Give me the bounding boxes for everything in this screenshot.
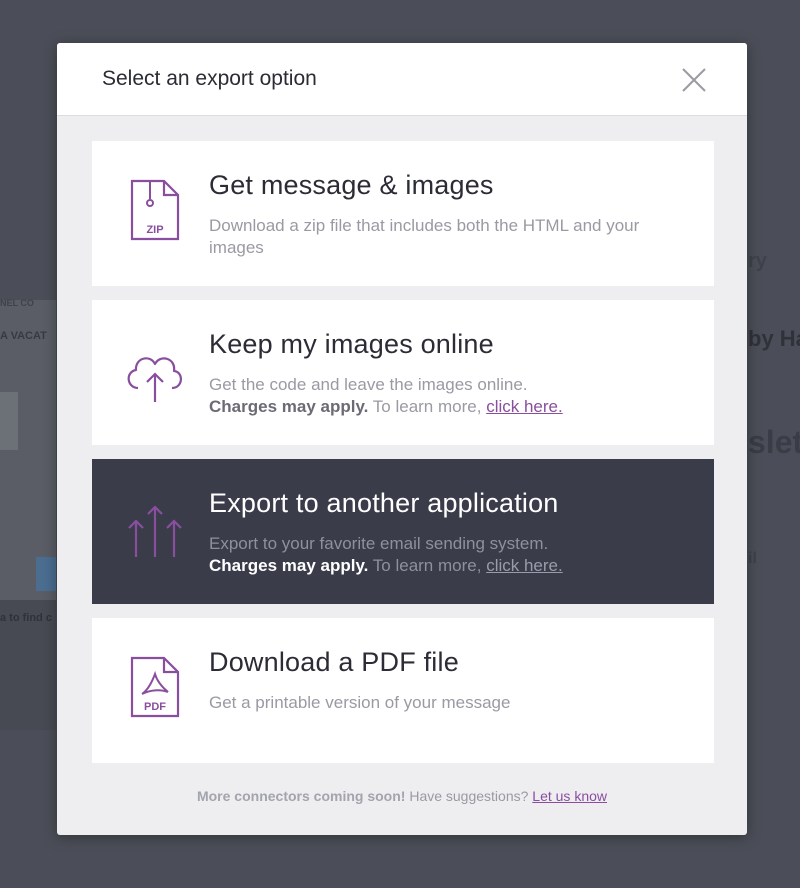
option-description-text: Export to your favorite email sending sy… (209, 534, 549, 553)
option-title: Download a PDF file (209, 647, 459, 677)
option-download-pdf[interactable]: PDF Download a PDF file Get a printable … (92, 618, 714, 763)
background-text: il (748, 550, 757, 567)
background-text: slet (748, 424, 800, 460)
option-keep-images-online[interactable]: Keep my images online Get the code and l… (92, 300, 714, 445)
option-title: Get message & images (209, 170, 494, 200)
click-here-link[interactable]: click here. (486, 397, 563, 416)
let-us-know-link[interactable]: Let us know (532, 788, 607, 804)
option-description: Get the code and leave the images online… (209, 374, 689, 418)
background-text: A VACAT (0, 330, 47, 342)
modal-title: Select an export option (102, 67, 317, 90)
background-text: ry (748, 250, 767, 272)
option-get-message-images[interactable]: ZIP Get message & images Download a zip … (92, 141, 714, 286)
click-here-link[interactable]: click here. (486, 556, 563, 575)
learn-more-text: To learn more, (372, 556, 482, 575)
charges-note: Charges may apply. (209, 556, 369, 575)
option-description-text: Get a printable version of your message (209, 693, 511, 712)
option-description-text: Download a zip file that includes both t… (209, 216, 640, 257)
option-description: Download a zip file that includes both t… (209, 215, 689, 259)
background-button (36, 557, 56, 591)
export-modal: Select an export option ZIP Get message … (57, 43, 747, 835)
close-icon (682, 68, 706, 92)
close-button[interactable] (679, 65, 709, 95)
background-text: NEL CO (0, 298, 34, 308)
modal-footer: More connectors coming soon! Have sugges… (57, 788, 747, 804)
charges-note: Charges may apply. (209, 397, 369, 416)
option-title: Export to another application (209, 488, 559, 518)
modal-header: Select an export option (57, 43, 747, 116)
pdf-file-icon: PDF (130, 656, 180, 718)
export-arrows-icon (128, 505, 182, 557)
option-description-text: Get the code and leave the images online… (209, 375, 528, 394)
option-description: Export to your favorite email sending sy… (209, 533, 689, 577)
learn-more-text: To learn more, (372, 397, 482, 416)
background-image (0, 392, 18, 450)
footer-announcement: More connectors coming soon! (196, 788, 406, 804)
zip-file-icon: ZIP (130, 179, 180, 241)
footer-text: Have suggestions? (409, 788, 529, 804)
pdf-label: PDF (144, 701, 166, 713)
export-options: ZIP Get message & images Download a zip … (92, 141, 714, 777)
option-export-application[interactable]: Export to another application Export to … (92, 459, 714, 604)
background-text: by Ha (748, 326, 800, 351)
cloud-upload-icon (127, 357, 182, 402)
option-title: Keep my images online (209, 329, 494, 359)
zip-label: ZIP (146, 224, 163, 236)
option-description: Get a printable version of your message (209, 692, 689, 714)
background-text: a to find c (0, 612, 52, 624)
